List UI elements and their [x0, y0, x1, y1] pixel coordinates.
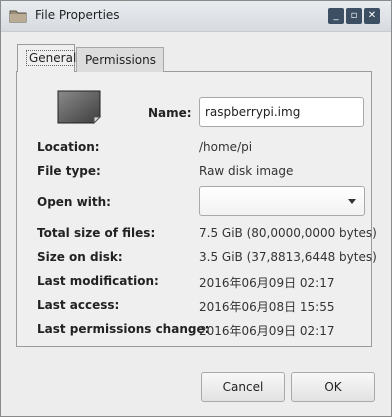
- open-with-combo[interactable]: [199, 186, 365, 216]
- tab-permissions-label: Permissions: [85, 53, 156, 67]
- name-input[interactable]: [199, 97, 364, 127]
- window-title: File Properties: [35, 8, 120, 22]
- location-label: Location:: [37, 140, 100, 154]
- open-with-label: Open with:: [37, 195, 111, 209]
- tab-general[interactable]: General: [17, 44, 80, 72]
- total-size-label: Total size of files:: [37, 226, 156, 240]
- disk-image-icon: [57, 90, 102, 125]
- last-modification-label: Last modification:: [37, 274, 159, 288]
- file-type-label: File type:: [37, 164, 101, 178]
- maximize-button[interactable]: ▫: [346, 8, 362, 24]
- close-icon: ✕: [367, 10, 377, 21]
- close-button[interactable]: ✕: [364, 8, 380, 24]
- maximize-icon: ▫: [350, 10, 358, 21]
- title-bar[interactable]: File Properties _ ▫ ✕: [1, 1, 391, 32]
- total-size-value: 7.5 GiB (80,0000,0000 bytes): [199, 226, 377, 240]
- file-type-value: Raw disk image: [199, 164, 294, 178]
- chevron-down-icon: [348, 199, 356, 204]
- size-on-disk-value: 3.5 GiB (37,8813,6448 bytes): [199, 250, 377, 264]
- folder-icon: [9, 10, 27, 23]
- tab-permissions[interactable]: Permissions: [76, 47, 164, 72]
- cancel-button[interactable]: Cancel: [201, 372, 285, 402]
- minimize-icon: _: [333, 10, 339, 21]
- name-label: Name:: [148, 106, 192, 120]
- last-permissions-change-label: Last permissions change:: [37, 322, 210, 336]
- last-access-label: Last access:: [37, 298, 120, 312]
- size-on-disk-label: Size on disk:: [37, 250, 123, 264]
- location-value: /home/pi: [199, 140, 253, 154]
- last-permissions-change-value: 2016年06月09日 02:17: [199, 324, 335, 338]
- minimize-button[interactable]: _: [328, 8, 344, 24]
- last-modification-value: 2016年06月09日 02:17: [199, 276, 335, 290]
- last-access-value: 2016年06月08日 15:55: [199, 300, 335, 314]
- ok-button[interactable]: OK: [291, 372, 375, 402]
- tab-general-label: General: [26, 50, 80, 66]
